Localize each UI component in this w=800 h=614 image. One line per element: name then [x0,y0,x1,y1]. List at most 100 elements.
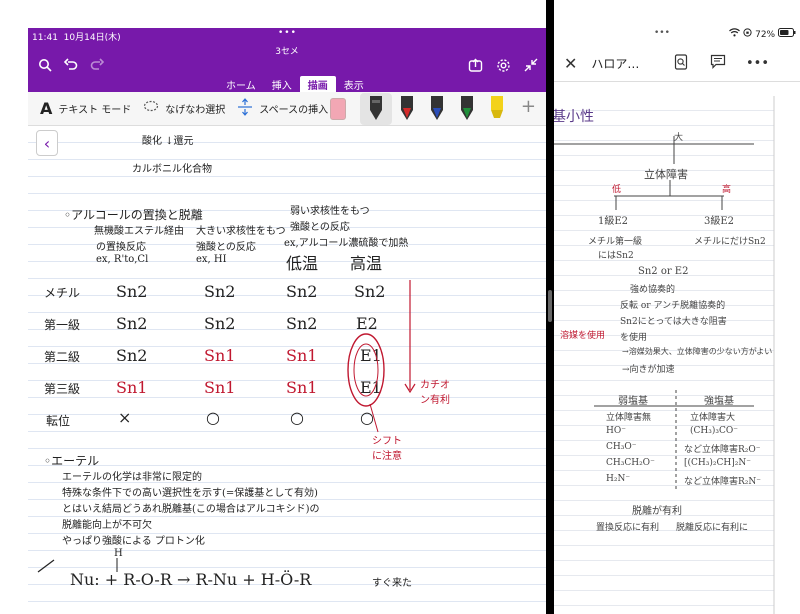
status-bar: 11:41 10月14日(木) ••• [28,28,546,43]
ether-line5: やっぱり強酸による プロトン化 [62,536,205,547]
r-b5: など立体障害R₂N⁻ [684,477,762,487]
reaction-note: すぐ来た [372,578,412,589]
lasso-label: なげなわ選択 [165,105,226,116]
r-a1: 立体障害無 [606,413,652,423]
r-f3: 脱離反応に有利に [676,523,749,533]
pen-green-icon[interactable] [458,96,476,122]
back-button[interactable]: ‹ [36,130,58,156]
note-col2b: 強酸との反応 [196,242,256,253]
pen-black-icon[interactable] [367,96,385,122]
undo-icon[interactable] [62,56,80,74]
r-l3: にはSn2 [598,251,634,261]
row-cell: × [118,408,132,427]
reaction-equation: Nu: + R-O-R → R-Nu + H-Ö-R [70,570,312,589]
lasso-icon [143,100,159,118]
note-top1: 酸化 ↓還元 [142,136,194,147]
split-handle[interactable] [548,290,552,322]
right-app-pane: ••• 72% ✕ ハロア… ••• 基小性 大 立体障害 低 高 1級E2 メ… [554,0,800,614]
r-r1: 3級E2 [704,216,735,227]
r-m4: Sn2にとっては大きな阻害 [620,317,727,327]
highlighter-yellow-icon[interactable] [488,96,506,122]
right-app-toolbar: ✕ ハロア… ••• [554,46,800,82]
r-a5: H₂N⁻ [606,474,631,484]
r-m7: →向きが加速 [622,365,675,375]
close-icon[interactable]: ✕ [564,54,577,73]
battery-percent: 72% [755,30,776,40]
eraser-icon[interactable] [330,98,346,120]
row-cell: Sn2 [286,314,318,333]
r-l1: 1級E2 [598,216,629,227]
ipad-screen: 11:41 10月14日(木) ••• 3セメ ホーム 挿入 描画 表示 A テ… [0,0,800,614]
note-col4d: 高温 [350,254,383,273]
row-cell: E2 [356,314,378,333]
ether-line1: エーテルの化学は非常に限定的 [62,472,202,483]
r-a3: CH₃O⁻ [606,442,637,452]
row-cell: Sn2 [204,314,236,333]
onenote-pane: 11:41 10月14日(木) ••• 3セメ ホーム 挿入 描画 表示 A テ… [0,0,546,614]
more-icon[interactable]: ••• [746,56,769,71]
r-m6: →溶媒効果大、立体障害の少ない方がよい [622,347,773,356]
row-cell: Sn2 [116,346,148,365]
row-cell: Sn2 [116,314,148,333]
comment-icon[interactable] [710,54,726,73]
insert-space-icon [237,97,253,120]
ether-line3: とはいえ結局どうあれ脱離基(この場合はアルコキシド)の [62,504,320,515]
row-cell: Sn1 [286,346,318,365]
ether-line4: 脱離能向上が不可欠 [62,520,152,531]
collapse-icon[interactable] [522,56,540,74]
r-b1: 立体障害大 [690,413,736,423]
text-mode-button[interactable]: A テキスト モード [40,99,131,118]
row-cell: Sn2 [204,282,236,301]
redo-icon[interactable] [88,56,106,74]
note-col3b: 強酸との反応 [290,222,350,233]
note-col3d: 低温 [286,254,319,273]
r-t3: 低 [612,185,622,195]
r-r2: メチルにだけSn2 [694,237,766,247]
document-search-icon[interactable] [674,53,688,74]
row-label: 第三級 [44,382,81,396]
reaction-h: H [114,548,123,559]
note-col3a: 弱い求核性をもつ [290,206,370,217]
search-icon[interactable] [36,56,54,74]
note-col3c: ex,アルコール濃硫酸で加熱 [284,238,409,249]
multitask-dots-icon[interactable]: ••• [278,28,297,38]
pen-red-icon[interactable] [398,96,416,122]
row-cell: Sn1 [204,378,236,397]
r-b3: など立体障害R₂O⁻ [684,445,761,455]
right-doc-title: ハロア… [591,57,640,71]
pen-blue-icon[interactable] [428,96,446,122]
r-side: 溶媒を使用 [560,331,606,341]
note-col1c: ex, R'to,Cl [96,254,149,265]
r-f1: 脱離が有利 [632,506,682,517]
r-m2: 強め協奏的 [630,285,676,295]
r-t4: 高 [722,185,732,195]
add-pen-icon[interactable]: + [521,96,536,117]
status-right: 72% [729,28,796,40]
row-cell: ○ [206,408,220,427]
row-cell: Sn1 [286,378,318,397]
lasso-select-button[interactable]: なげなわ選択 [143,100,225,118]
battery-icon [778,28,796,40]
r-top: 基小性 [554,109,594,125]
multitask-dots-icon[interactable]: ••• [654,28,670,38]
gear-icon[interactable] [494,56,512,74]
row-cell: Sn2 [116,282,148,301]
row-cell: Sn2 [286,282,318,301]
r-t1: 大 [674,133,684,143]
note-col2c: ex, HI [196,254,227,265]
r-h2: 強塩基 [704,396,734,407]
row-cell: E1 [360,346,382,365]
r-m3: 反転 or アンチ脱離協奏的 [620,301,726,311]
share-icon[interactable] [466,56,484,74]
r-a4: CH₃CH₂O⁻ [606,458,655,468]
row-label: 第二級 [44,350,81,364]
row-label: 第一級 [44,318,81,332]
insert-space-label: スペースの挿入 [259,105,329,116]
insert-space-button[interactable]: スペースの挿入 [237,97,329,120]
note-col1a: 無機酸エステル経由 [94,226,184,237]
row-label: 転位 [46,414,71,428]
row-cell: ○ [290,408,304,427]
r-m5: を使用 [620,333,648,343]
status-time: 11:41 10月14日(木) [32,33,121,43]
chevron-left-icon: ‹ [43,133,51,153]
